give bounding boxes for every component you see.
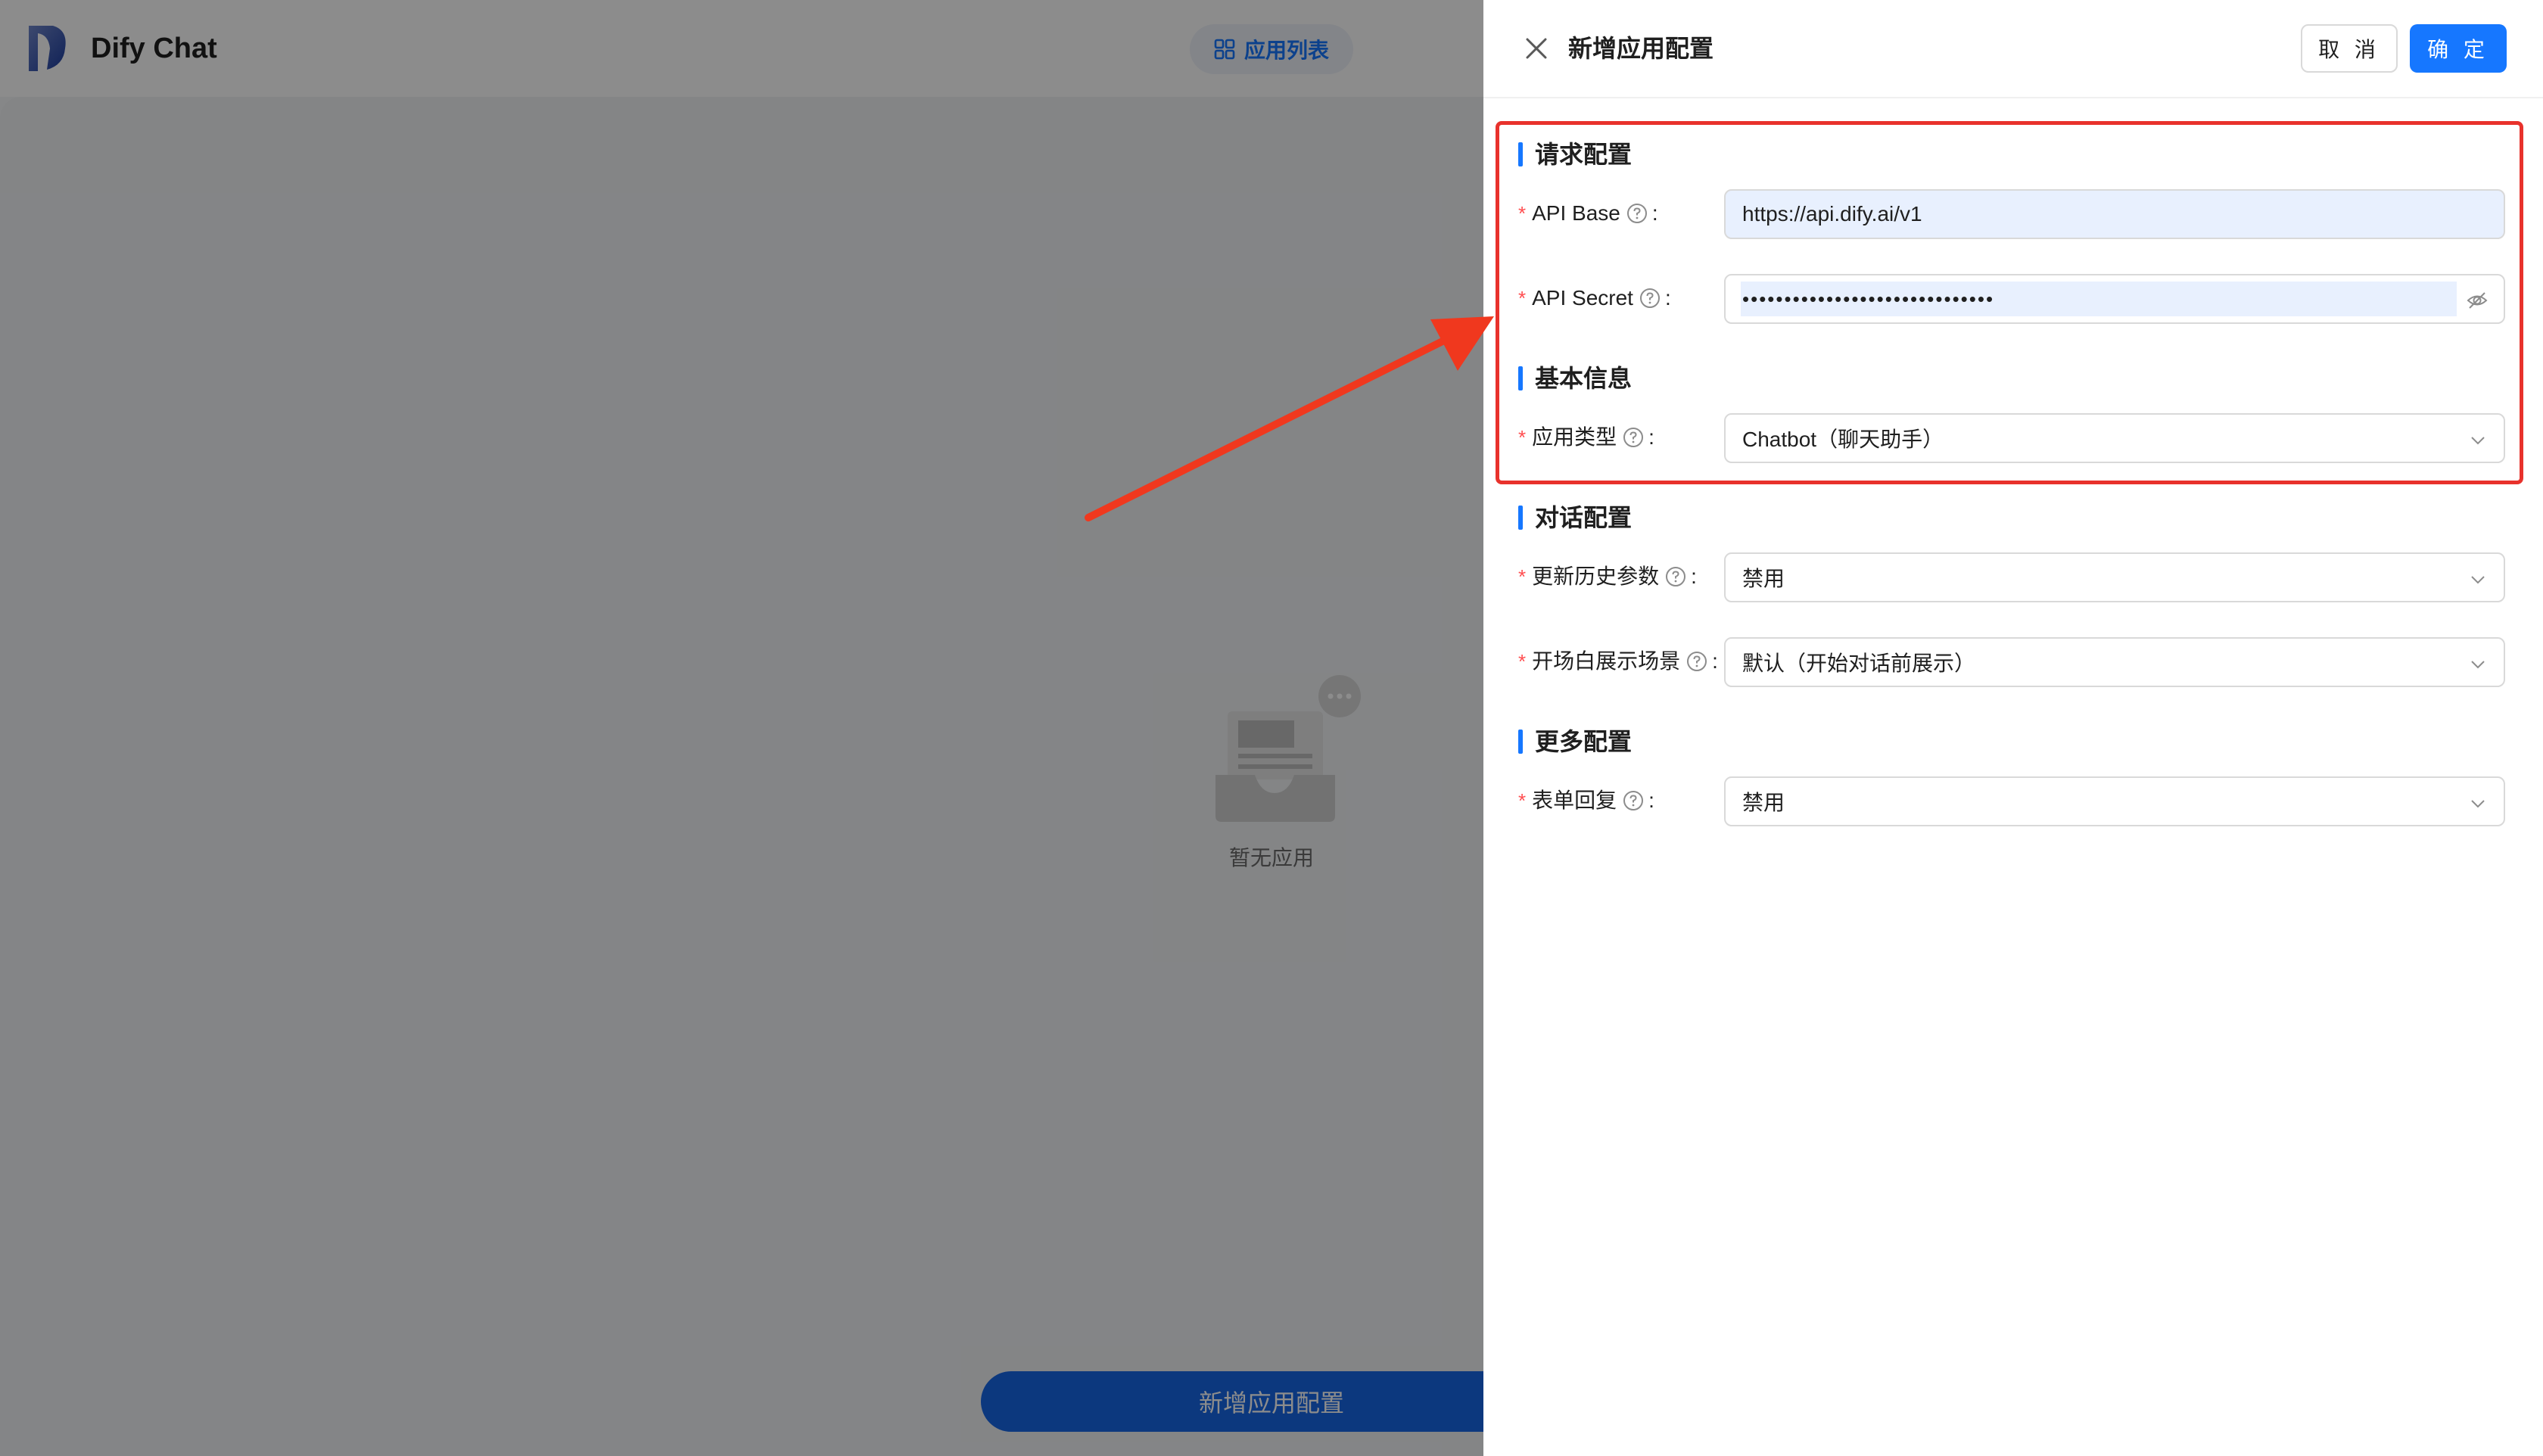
section-dialog-title: 对话配置: [1518, 501, 1632, 534]
question-circle-icon[interactable]: [1665, 566, 1686, 587]
form-reply-value: 禁用: [1742, 791, 1785, 814]
opening-scene-value: 默认（开始对话前展示）: [1742, 652, 1976, 675]
update-history-label-text: 更新历史参数: [1532, 565, 1660, 588]
colon: :: [1648, 789, 1654, 812]
question-circle-icon[interactable]: [1623, 790, 1644, 811]
update-history-label: * 更新历史参数 :: [1518, 562, 1697, 592]
chevron-down-icon: [2471, 576, 2485, 584]
question-circle-icon[interactable]: [1686, 651, 1707, 672]
opening-scene-label: * 开场白展示场景 :: [1518, 646, 1718, 677]
annotation-arrow-icon: [1085, 316, 1494, 521]
opening-scene-select[interactable]: 默认（开始对话前展示）: [1724, 637, 2505, 687]
confirm-button[interactable]: 确 定: [2410, 24, 2507, 73]
required-mark: *: [1518, 650, 1527, 673]
cancel-button[interactable]: 取 消: [2301, 24, 2398, 73]
opening-scene-label-text: 开场白展示场景: [1532, 649, 1681, 673]
annotation-highlight-box: [1496, 121, 2523, 484]
form-reply-label-text: 表单回复: [1532, 789, 1617, 812]
section-more-title: 更多配置: [1518, 725, 1632, 758]
form-reply-label: * 表单回复 :: [1518, 786, 1654, 816]
chevron-down-icon: [2471, 800, 2485, 808]
form-reply-select[interactable]: 禁用: [1724, 776, 2505, 826]
update-history-value: 禁用: [1742, 567, 1785, 590]
required-mark: *: [1518, 789, 1527, 812]
close-icon[interactable]: [1521, 33, 1552, 64]
colon: :: [1712, 649, 1718, 673]
update-history-select[interactable]: 禁用: [1724, 552, 2505, 602]
drawer-header: 新增应用配置 取 消 确 定: [1483, 0, 2543, 98]
required-mark: *: [1518, 565, 1527, 588]
chevron-down-icon: [2471, 661, 2485, 669]
colon: :: [1691, 565, 1697, 588]
drawer-title: 新增应用配置: [1568, 35, 1714, 62]
